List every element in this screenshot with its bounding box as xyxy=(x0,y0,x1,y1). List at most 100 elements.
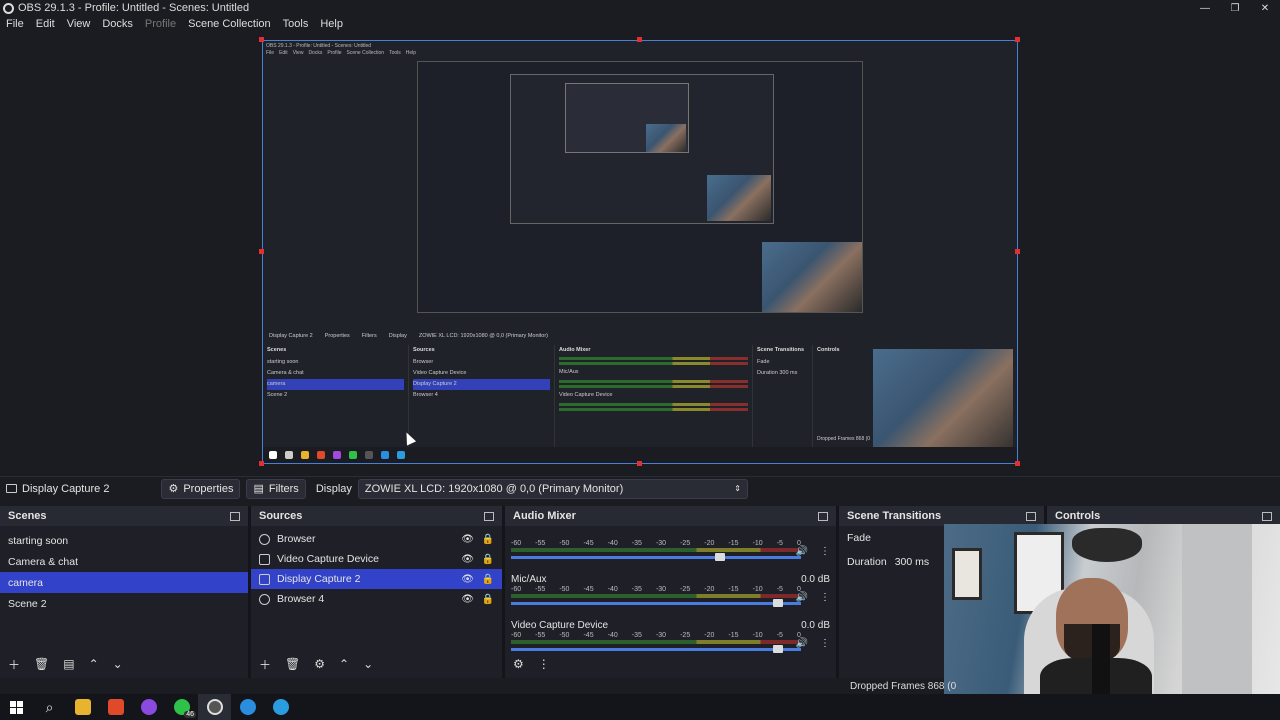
move-up-icon[interactable]: ⌃ xyxy=(339,657,349,671)
meter-scale-tick: -20 xyxy=(704,632,715,639)
meter-scale-tick: -50 xyxy=(559,540,570,547)
brave-browser-icon[interactable] xyxy=(99,694,132,720)
menu-view[interactable]: View xyxy=(61,18,97,30)
meter-scale-tick: -15 xyxy=(728,586,739,593)
resize-handle[interactable] xyxy=(1015,461,1020,466)
menu-scene-collection[interactable]: Scene Collection xyxy=(182,18,277,30)
source-item[interactable]: Browser 👁 🔒 xyxy=(251,529,502,549)
menu-file[interactable]: File xyxy=(0,18,30,30)
obs-icon[interactable] xyxy=(198,694,231,720)
resize-handle[interactable] xyxy=(637,461,642,466)
visibility-eye-icon[interactable]: 👁 xyxy=(461,574,474,585)
more-options-icon[interactable]: ⋮ xyxy=(820,638,830,649)
meter-scale-tick: -55 xyxy=(535,586,546,593)
add-icon[interactable]: ＋ xyxy=(259,656,271,673)
menu-tools[interactable]: Tools xyxy=(277,18,315,30)
scene-item-selected[interactable]: camera xyxy=(0,572,248,593)
volume-meter xyxy=(511,548,801,552)
move-down-icon[interactable]: ⌄ xyxy=(363,657,373,671)
mixer-header: Audio Mixer xyxy=(505,506,836,526)
windows-start-icon[interactable] xyxy=(0,694,33,720)
volume-fader[interactable] xyxy=(511,599,801,607)
menu-docks[interactable]: Docks xyxy=(96,18,139,30)
visibility-eye-icon[interactable]: 👁 xyxy=(461,554,474,565)
messenger-icon[interactable] xyxy=(132,694,165,720)
source-item-selected[interactable]: Display Capture 2 👁 🔒 xyxy=(251,569,502,589)
move-down-icon[interactable]: ⌄ xyxy=(113,657,123,671)
filters-button[interactable]: ▤ Filters xyxy=(246,478,306,499)
lock-icon[interactable]: 🔒 xyxy=(482,534,494,545)
resize-handle[interactable] xyxy=(637,37,642,42)
resize-handle[interactable] xyxy=(1015,249,1020,254)
whatsapp-icon[interactable]: 46 xyxy=(165,694,198,720)
menu-help[interactable]: Help xyxy=(314,18,349,30)
properties-button[interactable]: ⚙ Properties xyxy=(161,478,241,499)
undock-icon[interactable] xyxy=(230,511,240,521)
mixer-channel-name: Video Capture Device xyxy=(511,619,609,631)
visibility-eye-icon[interactable]: 👁 xyxy=(461,594,474,605)
source-item[interactable]: Browser 4 👁 🔒 xyxy=(251,589,502,609)
cam-thumb xyxy=(646,124,686,152)
maximize-button[interactable]: ❐ xyxy=(1220,0,1250,16)
volume-fader[interactable] xyxy=(511,553,801,561)
inner-menu: File Edit View Docks Profile Scene Collection… xyxy=(266,50,417,56)
minimize-button[interactable]: — xyxy=(1190,0,1220,16)
resize-handle[interactable] xyxy=(259,461,264,466)
add-icon[interactable]: ＋ xyxy=(8,656,20,673)
preview-canvas[interactable]: OBS 29.1.3 - Profile: Untitled - Scenes:… xyxy=(262,40,1018,464)
edge-icon[interactable] xyxy=(231,694,264,720)
audio-mixer-dock: Audio Mixer -60 -55 -50 -45 -40 -35 -30 -25 -20 -… xyxy=(505,506,839,678)
duration-input[interactable]: 300 ms xyxy=(895,556,929,568)
resize-handle[interactable] xyxy=(259,37,264,42)
mixer-channels: -60 -55 -50 -45 -40 -35 -30 -25 -20 -15 -10 -5 0 🔊 ⋮ Mi… xyxy=(505,526,836,664)
more-options-icon[interactable]: ⋮ xyxy=(820,592,830,603)
undock-icon[interactable] xyxy=(484,511,494,521)
more-options-icon[interactable]: ⋮ xyxy=(820,546,830,557)
gear-icon[interactable]: ⚙ xyxy=(513,657,524,671)
display-select[interactable]: ZOWIE XL LCD: 1920x1080 @ 0,0 (Primary M… xyxy=(357,478,748,499)
speaker-icon[interactable]: 🔊 xyxy=(796,638,808,649)
volume-fader-knob[interactable] xyxy=(772,599,783,607)
meter-scale-tick: -30 xyxy=(655,586,667,593)
scenes-dock: Scenes starting soon Camera & chat camer… xyxy=(0,506,251,678)
resize-handle[interactable] xyxy=(259,249,264,254)
more-options-icon[interactable]: ⋮ xyxy=(538,657,550,671)
move-up-icon[interactable]: ⌃ xyxy=(89,657,99,671)
resize-handle[interactable] xyxy=(1015,37,1020,42)
file-explorer-icon[interactable] xyxy=(66,694,99,720)
close-button[interactable]: ✕ xyxy=(1250,0,1280,16)
menu-edit[interactable]: Edit xyxy=(30,18,61,30)
trash-icon[interactable]: 🗑 xyxy=(34,657,49,671)
volume-fader-knob[interactable] xyxy=(714,553,725,561)
filter-icon[interactable]: ▤ xyxy=(63,657,74,671)
meter-scale-tick: -60 xyxy=(511,586,522,593)
trash-icon[interactable]: 🗑 xyxy=(285,657,300,671)
lock-icon[interactable]: 🔒 xyxy=(482,594,494,605)
meter-scale-tick: -40 xyxy=(607,540,618,547)
source-toolbar: Display Capture 2 ⚙ Properties ▤ Filters… xyxy=(0,476,1280,500)
display-label: Display xyxy=(315,482,352,495)
scene-item[interactable]: Camera & chat xyxy=(0,551,248,572)
undock-icon[interactable] xyxy=(818,511,828,521)
lock-icon[interactable]: 🔒 xyxy=(482,554,494,565)
search-icon[interactable]: ⌕ xyxy=(33,694,66,720)
meter-scale-tick: -35 xyxy=(631,586,642,593)
speaker-icon[interactable]: 🔊 xyxy=(796,592,808,603)
volume-fader[interactable] xyxy=(511,645,801,653)
scene-item[interactable]: starting soon xyxy=(0,530,248,551)
source-item[interactable]: Video Capture Device 👁 🔒 xyxy=(251,549,502,569)
scene-item[interactable]: Scene 2 xyxy=(0,593,248,614)
undock-icon[interactable] xyxy=(1262,511,1272,521)
speaker-icon[interactable]: 🔊 xyxy=(796,546,808,557)
menu-profile[interactable]: Profile xyxy=(139,18,182,30)
globe-icon xyxy=(259,533,270,545)
meter-scale-tick: -45 xyxy=(583,540,594,547)
lock-icon[interactable]: 🔒 xyxy=(482,574,494,585)
volume-fader-knob[interactable] xyxy=(772,645,783,653)
inner-preview xyxy=(417,61,863,313)
gear-icon[interactable]: ⚙ xyxy=(314,657,325,671)
meter-scale-tick: -60 xyxy=(511,632,522,639)
edge-icon-2[interactable] xyxy=(264,694,297,720)
undock-icon[interactable] xyxy=(1026,511,1036,521)
visibility-eye-icon[interactable]: 👁 xyxy=(461,534,474,545)
